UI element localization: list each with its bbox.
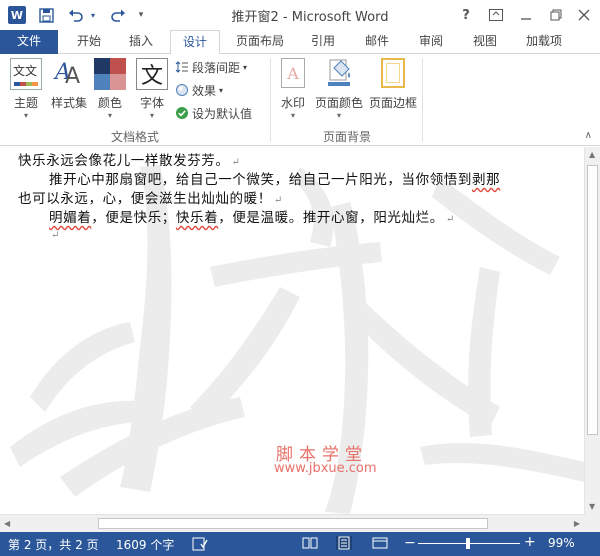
zoom-slider[interactable] bbox=[418, 538, 520, 549]
paragraph-spacing-icon bbox=[175, 60, 189, 74]
ribbon-display-options-icon[interactable] bbox=[484, 4, 508, 26]
page-color-button[interactable]: 页面颜色 ▾ bbox=[312, 58, 366, 120]
ribbon-divider bbox=[422, 58, 423, 142]
fonts-button[interactable]: 文 字体 ▾ bbox=[134, 58, 170, 120]
scroll-left-icon[interactable]: ◀ bbox=[4, 519, 10, 528]
theme-button[interactable]: 文文 主题 ▾ bbox=[6, 58, 46, 120]
collapse-ribbon-icon[interactable]: ∧ bbox=[585, 130, 592, 141]
group-label-page-background: 页面背景 bbox=[322, 130, 371, 144]
tab-design[interactable]: 设计 bbox=[170, 30, 220, 55]
checkmark-icon bbox=[175, 106, 189, 120]
word-app-icon[interactable]: W bbox=[8, 6, 26, 24]
document-paragraph: 也可以永远，心，便会滋生出灿灿的暖！ ↵ bbox=[18, 191, 283, 207]
chevron-down-icon: ▾ bbox=[290, 111, 295, 120]
print-layout-icon[interactable] bbox=[336, 536, 352, 550]
effects-button[interactable]: 效果 ▾ bbox=[175, 81, 223, 99]
redo-icon[interactable] bbox=[106, 5, 130, 25]
watermark-text-url: www.jbxue.com bbox=[274, 461, 377, 476]
watermark-button[interactable]: A 水印 ▾ bbox=[276, 58, 310, 120]
colors-button[interactable]: 颜色 ▾ bbox=[92, 58, 128, 120]
proofing-icon[interactable] bbox=[192, 537, 208, 554]
undo-dropdown-icon[interactable]: ▾ bbox=[88, 5, 98, 25]
minimize-icon[interactable] bbox=[514, 4, 538, 26]
word-count-status[interactable]: 1609 个字 bbox=[116, 536, 174, 553]
vertical-scrollbar[interactable]: ▲ ▼ bbox=[584, 147, 600, 514]
document-paragraph: 推开心中那扇窗吧，给自己一个微笑，给自己一片阳光，当你领悟到剥那 bbox=[49, 172, 501, 188]
tab-insert[interactable]: 插入 bbox=[118, 30, 164, 54]
title-bar: W ▾ ▾ 推开窗2 - Microsoft Word ? bbox=[0, 0, 600, 30]
ribbon: 文文 主题 ▾ A A 样式集 颜色 ▾ 文 字体 ▾ 段落间距 ▾ 效果 ▾ … bbox=[0, 54, 600, 146]
status-bar: 第 2 页，共 2 页 1609 个字 − + 99% bbox=[0, 532, 600, 556]
effects-icon bbox=[175, 83, 189, 97]
chevron-down-icon: ▾ bbox=[149, 111, 154, 120]
tab-file[interactable]: 文件 bbox=[0, 30, 58, 54]
page-borders-button[interactable]: 页面边框 bbox=[368, 58, 418, 111]
scroll-right-icon[interactable]: ▶ bbox=[574, 519, 580, 528]
document-paragraph: 快乐永远会像花儿一样散发芬芳。 ↵ bbox=[18, 153, 241, 169]
zoom-level[interactable]: 99% bbox=[548, 536, 575, 550]
close-icon[interactable] bbox=[572, 4, 596, 26]
group-label-document-format: 文档格式 bbox=[110, 130, 159, 144]
customize-quick-access-icon[interactable]: ▾ bbox=[134, 5, 148, 25]
scrollbar-corner bbox=[584, 514, 600, 532]
horizontal-scroll-thumb[interactable] bbox=[98, 518, 488, 529]
chevron-down-icon: ▾ bbox=[107, 111, 112, 120]
scroll-up-icon[interactable]: ▲ bbox=[589, 150, 595, 159]
zoom-in-button[interactable]: + bbox=[524, 534, 536, 550]
style-set-icon: A A bbox=[55, 60, 81, 89]
tab-home[interactable]: 开始 bbox=[66, 30, 112, 54]
theme-icon: 文文 bbox=[10, 58, 42, 90]
watermark-icon: A bbox=[281, 58, 305, 88]
restore-icon[interactable] bbox=[544, 4, 568, 26]
paint-bucket-icon bbox=[324, 58, 354, 88]
empty-paragraph-mark: ↵ bbox=[51, 230, 60, 241]
style-set-button[interactable]: A A 样式集 bbox=[50, 58, 88, 111]
tab-review[interactable]: 审阅 bbox=[408, 30, 454, 54]
page-count-status[interactable]: 第 2 页，共 2 页 bbox=[8, 536, 99, 553]
tab-view[interactable]: 视图 bbox=[462, 30, 508, 54]
horizontal-scrollbar[interactable]: ◀ ▶ bbox=[0, 514, 584, 532]
help-icon[interactable]: ? bbox=[454, 4, 478, 26]
paragraph-spacing-button[interactable]: 段落间距 ▾ bbox=[175, 58, 247, 76]
window-title: 推开窗2 - Microsoft Word bbox=[231, 10, 389, 25]
document-paragraph: 明媚着，便是快乐；快乐着，便是温暖。推开心窗，阳光灿烂。 ↵ bbox=[49, 210, 455, 226]
vertical-scroll-thumb[interactable] bbox=[587, 165, 598, 435]
scroll-down-icon[interactable]: ▼ bbox=[589, 502, 595, 511]
zoom-slider-handle[interactable] bbox=[466, 538, 470, 549]
tab-addins[interactable]: 加载项 bbox=[516, 30, 572, 54]
tab-references[interactable]: 引用 bbox=[300, 30, 346, 54]
color-palette-icon bbox=[94, 58, 126, 90]
font-icon: 文 bbox=[136, 58, 168, 90]
undo-icon[interactable] bbox=[64, 5, 88, 25]
read-mode-icon[interactable] bbox=[302, 536, 318, 550]
document-area[interactable]: 快乐永远会像花儿一样散发芬芳。 ↵ 推开心中那扇窗吧，给自己一个微笑，给自己一片阳… bbox=[0, 147, 584, 514]
save-icon[interactable] bbox=[36, 5, 56, 25]
web-layout-icon[interactable] bbox=[372, 536, 388, 550]
ribbon-tab-bar: 文件 开始 插入 设计 页面布局 引用 邮件 审阅 视图 加载项 bbox=[0, 30, 600, 55]
set-as-default-button[interactable]: 设为默认值 bbox=[175, 104, 252, 122]
chevron-down-icon: ▾ bbox=[23, 111, 28, 120]
zoom-out-button[interactable]: − bbox=[404, 535, 416, 551]
chevron-down-icon: ▾ bbox=[336, 111, 341, 120]
tab-page-layout[interactable]: 页面布局 bbox=[228, 30, 292, 54]
tab-mailings[interactable]: 邮件 bbox=[354, 30, 400, 54]
ribbon-divider bbox=[270, 58, 271, 142]
page-border-icon bbox=[381, 58, 405, 88]
